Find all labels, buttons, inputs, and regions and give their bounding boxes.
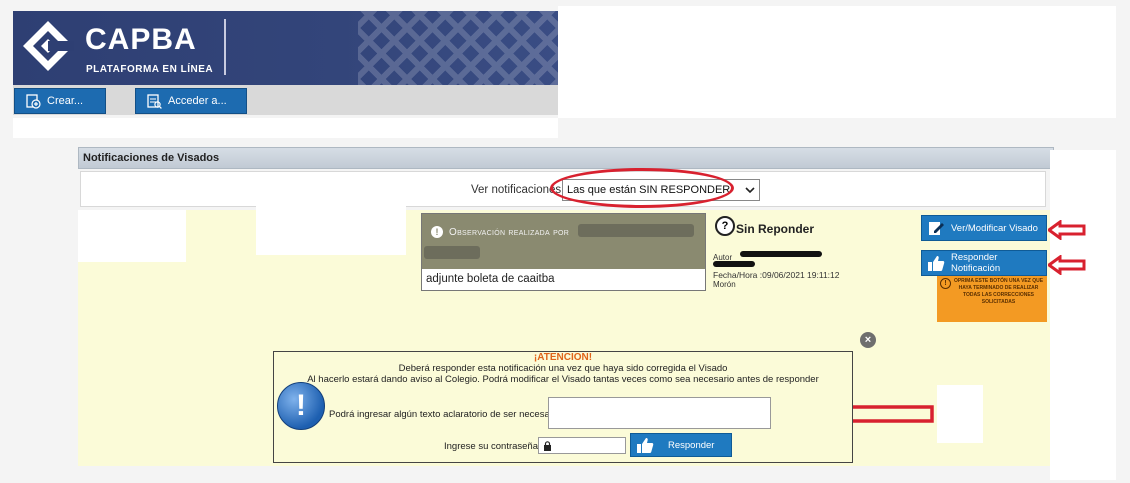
warning-note: ! Oprima este botón una vez que haya ter…: [937, 276, 1047, 322]
highlight-oval: [550, 168, 734, 208]
chevron-down-icon: [745, 187, 755, 194]
brand-subtitle: PLATAFORMA EN LÍNEA: [86, 64, 214, 75]
red-arrow-icon: [1048, 220, 1086, 240]
lock-icon: [544, 440, 551, 451]
info-icon: !: [431, 226, 443, 238]
thumbs-up-icon: [927, 254, 945, 272]
warning-icon: !: [940, 278, 951, 289]
comment-label: Podrá ingresar algún texto aclaratorio d…: [329, 409, 563, 420]
header-pattern: [358, 11, 558, 85]
blank-patch: [78, 210, 186, 262]
app-header: CAPBA PLATAFORMA EN LÍNEA: [13, 11, 558, 85]
capba-logo-icon: [23, 21, 74, 71]
attention-line-1: Deberá responder esta notificación una v…: [398, 363, 728, 374]
acceder-icon: [147, 94, 162, 109]
thumbs-up-icon: [636, 436, 654, 454]
section-title: Notificaciones de Visados: [78, 147, 1054, 169]
acceder-button[interactable]: Acceder a...: [135, 88, 247, 114]
attention-title: ¡ATENCION!: [533, 352, 593, 363]
close-icon[interactable]: ×: [860, 332, 876, 348]
blank-patch: [1050, 150, 1116, 480]
fecha-hora: Fecha/Hora :09/06/2021 19:11:12: [713, 270, 840, 280]
brand-title: CAPBA: [85, 23, 197, 56]
red-arrow-icon: [1048, 255, 1086, 275]
crear-button[interactable]: Crear...: [14, 88, 106, 114]
responder-label: Responder: [668, 439, 715, 451]
redacted-author: [713, 261, 755, 267]
observation-header: [422, 214, 705, 269]
background-patch: [13, 118, 558, 138]
responder-button[interactable]: Responder: [630, 433, 732, 457]
header-divider: [224, 19, 226, 75]
crear-icon: [26, 94, 41, 109]
responder-notificacion-button[interactable]: Responder Notificación: [921, 250, 1047, 276]
redacted-author: [740, 251, 822, 257]
ver-modificar-label: Ver/Modificar Visado: [951, 222, 1038, 234]
edit-icon: [927, 219, 945, 237]
crear-label: Crear...: [47, 95, 84, 107]
lugar: Morón: [713, 280, 736, 289]
password-field[interactable]: [538, 437, 626, 454]
question-icon: ?: [715, 216, 735, 236]
blank-patch: [937, 385, 983, 443]
attention-line-2: Al hacerlo estará dando aviso al Colegio…: [307, 374, 819, 385]
info-icon: !: [277, 382, 325, 430]
observation-text: adjunte boleta de caaitba: [426, 273, 555, 285]
acceder-label: Acceder a...: [168, 95, 227, 107]
warning-note-text: Oprima este botón una vez que haya termi…: [953, 278, 1044, 305]
responder-notificacion-label: Responder Notificación: [951, 252, 1001, 274]
blank-patch: [256, 205, 406, 255]
ver-modificar-visado-button[interactable]: Ver/Modificar Visado: [921, 215, 1047, 241]
comment-textarea[interactable]: [548, 397, 771, 429]
status-label: Sin Reponder: [736, 222, 815, 236]
observation-header-text: Observación realizada por: [449, 227, 570, 238]
background-patch: [558, 6, 1116, 118]
password-label: Ingrese su contraseña:: [444, 441, 541, 452]
redacted-name: [578, 224, 694, 237]
redacted-name: [424, 246, 480, 259]
